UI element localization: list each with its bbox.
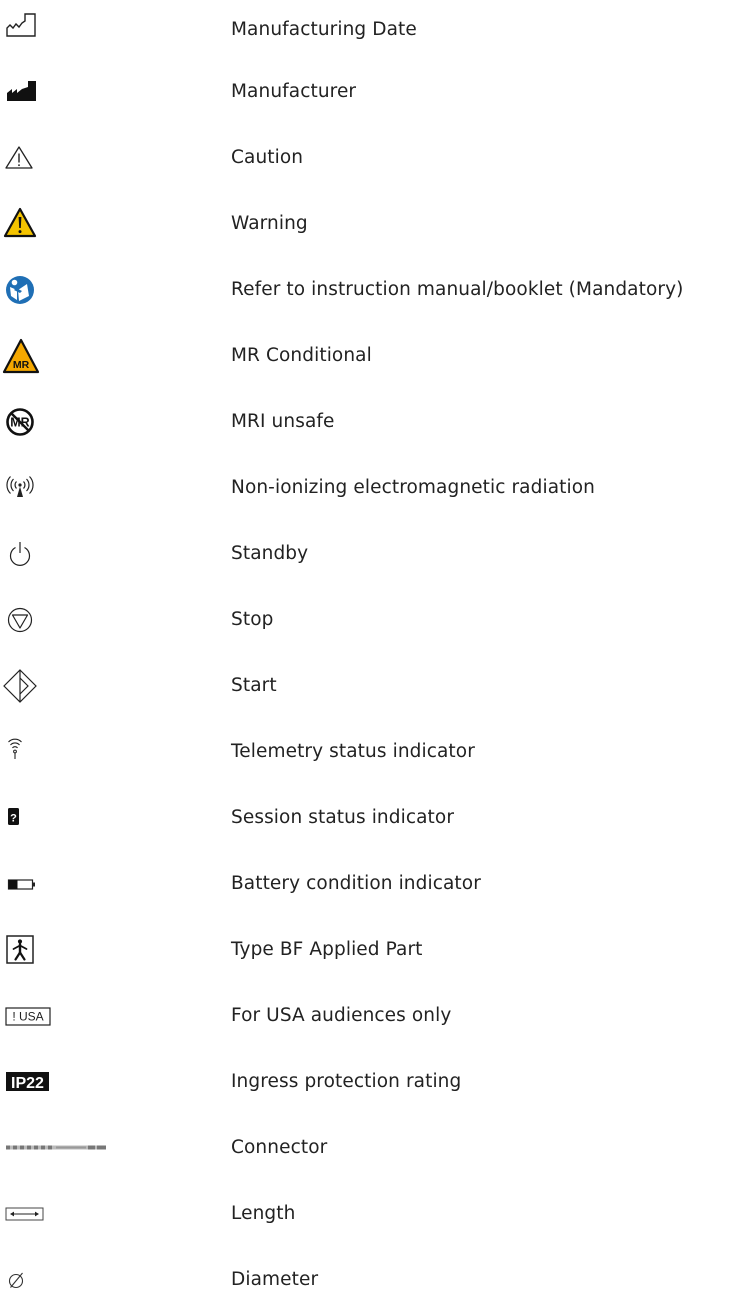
symbol-row-connector: Connector xyxy=(0,1128,744,1168)
symbol-label: Non-ionizing electromagnetic radiation xyxy=(231,477,595,498)
symbol-label: Session status indicator xyxy=(231,807,455,828)
symbol-row-start: Start xyxy=(0,666,744,706)
symbol-row-usa-audiences: ! USA For USA audiences only xyxy=(0,996,744,1036)
session-status-icon-text: ? xyxy=(10,813,17,825)
manufacturer-icon xyxy=(7,81,36,101)
non-ionizing-radiation-icon xyxy=(6,476,34,497)
symbol-label: Length xyxy=(231,1203,296,1224)
standby-icon xyxy=(9,542,31,566)
symbol-icon-cell xyxy=(0,930,150,970)
telemetry-status-icon xyxy=(8,738,22,759)
symbol-label: Refer to instruction manual/booklet (Man… xyxy=(231,279,684,300)
symbol-icon-cell: MR xyxy=(0,336,150,376)
mr-conditional-icon: MR xyxy=(2,338,40,374)
symbol-row-mri-unsafe: MR MRI unsafe xyxy=(0,402,744,442)
symbol-icon-cell xyxy=(0,600,150,640)
ip22-icon-text: IP22 xyxy=(11,1075,44,1092)
symbol-icon-cell: ? xyxy=(0,798,150,838)
symbol-icon-cell: ! USA xyxy=(0,996,150,1036)
symbol-label: Warning xyxy=(231,213,308,234)
symbol-label: Diameter xyxy=(231,1269,319,1290)
battery-condition-icon xyxy=(7,879,35,890)
symbol-row-mr-conditional: MR MR Conditional xyxy=(0,336,744,376)
symbol-label: MR Conditional xyxy=(231,345,372,366)
length-icon xyxy=(5,1207,44,1221)
type-bf-applied-part-icon xyxy=(6,935,34,964)
symbol-label: MRI unsafe xyxy=(231,411,335,432)
caution-icon xyxy=(5,146,33,169)
mri-unsafe-icon: MR xyxy=(6,408,34,436)
symbol-icon-cell: MR xyxy=(0,402,150,442)
symbol-row-warning: Warning xyxy=(0,204,744,244)
symbol-label: Caution xyxy=(231,147,304,168)
symbol-row-telemetry-status: Telemetry status indicator xyxy=(0,732,744,772)
symbol-row-manufacturing-date: Manufacturing Date xyxy=(0,10,744,50)
refer-to-manual-icon xyxy=(6,276,34,304)
symbol-row-ip22: IP22 Ingress protection rating xyxy=(0,1062,744,1102)
symbol-row-caution: Caution xyxy=(0,138,744,178)
symbol-icon-cell xyxy=(0,468,150,508)
symbol-row-standby: Standby xyxy=(0,534,744,574)
symbol-icon-cell xyxy=(0,1128,150,1168)
usa-audiences-icon-text: ! USA xyxy=(12,1010,43,1024)
symbol-label: Ingress protection rating xyxy=(231,1071,462,1092)
session-status-icon: ? xyxy=(8,808,19,825)
connector-icon xyxy=(6,1145,106,1150)
symbol-label: Start xyxy=(231,675,277,696)
symbol-label: Standby xyxy=(231,543,309,564)
symbol-icon-cell xyxy=(0,10,150,50)
symbol-icon-cell xyxy=(0,204,150,244)
symbol-row-non-ionizing-radiation: Non-ionizing electromagnetic radiation xyxy=(0,468,744,508)
symbol-row-diameter: Diameter xyxy=(0,1260,744,1300)
symbol-label: Telemetry status indicator xyxy=(231,741,475,762)
symbol-label: For USA audiences only xyxy=(231,1005,452,1026)
symbol-icon-cell xyxy=(0,72,150,112)
symbol-label: Battery condition indicator xyxy=(231,873,481,894)
symbol-icon-cell xyxy=(0,1194,150,1234)
start-icon xyxy=(3,669,37,703)
symbol-icon-cell: IP22 xyxy=(0,1062,150,1102)
symbol-label: Type BF Applied Part xyxy=(231,939,423,960)
symbol-row-stop: Stop xyxy=(0,600,744,640)
symbol-row-refer-to-manual: Refer to instruction manual/booklet (Man… xyxy=(0,270,744,310)
diameter-icon xyxy=(8,1272,24,1289)
symbol-row-battery-condition: Battery condition indicator xyxy=(0,864,744,904)
ip22-icon: IP22 xyxy=(6,1072,49,1092)
symbol-icon-cell xyxy=(0,1260,150,1300)
symbol-icon-cell xyxy=(0,270,150,310)
symbol-icon-cell xyxy=(0,864,150,904)
mr-conditional-icon-text: MR xyxy=(13,359,30,371)
symbol-row-session-status: ? Session status indicator xyxy=(0,798,744,838)
symbol-icon-cell xyxy=(0,732,150,772)
warning-icon xyxy=(3,207,37,238)
usa-audiences-icon: ! USA xyxy=(5,1007,51,1026)
manufacturing-date-icon xyxy=(6,13,36,37)
stop-icon xyxy=(7,607,33,633)
symbol-row-type-bf-applied-part: Type BF Applied Part xyxy=(0,930,744,970)
symbol-label: Manufacturing Date xyxy=(231,19,417,40)
symbol-label: Stop xyxy=(231,609,274,630)
symbol-icon-cell xyxy=(0,666,150,706)
symbol-row-manufacturer: Manufacturer xyxy=(0,72,744,112)
symbol-label: Manufacturer xyxy=(231,81,357,102)
symbol-icon-cell xyxy=(0,138,150,178)
symbol-icon-cell xyxy=(0,534,150,574)
symbol-label: Connector xyxy=(231,1137,328,1158)
symbol-row-length: Length xyxy=(0,1194,744,1234)
